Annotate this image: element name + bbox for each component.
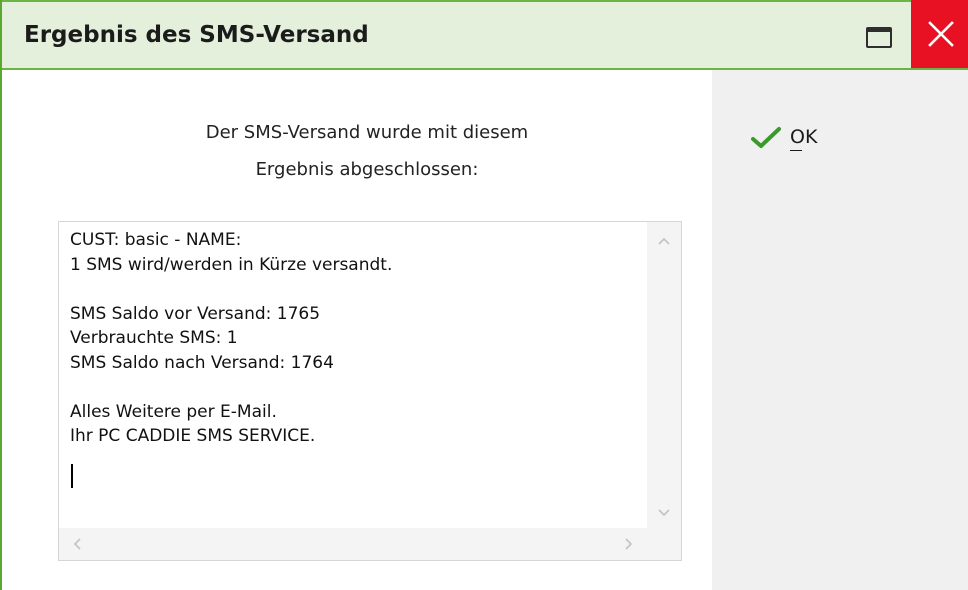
text-caret	[71, 464, 73, 488]
checkmark-icon	[751, 127, 781, 148]
ok-button[interactable]: OK	[748, 122, 838, 154]
message-line-2: Ergebnis abgeschlossen:	[255, 159, 479, 180]
sms-result-dialog: Ergebnis des SMS-Versand Der SMS-Versand…	[0, 0, 968, 590]
horizontal-scrollbar[interactable]	[59, 528, 681, 560]
maximize-icon	[866, 27, 892, 48]
result-line-6: SMS Saldo nach Versand: 1764	[70, 352, 334, 373]
scroll-right-arrow-icon[interactable]	[625, 538, 633, 554]
result-textarea[interactable]: CUST: basic - NAME: 1 SMS wird/werden in …	[58, 221, 682, 561]
close-button[interactable]	[911, 0, 968, 68]
ok-button-label: OK	[790, 126, 818, 148]
window-title: Ergebnis des SMS-Versand	[24, 22, 369, 48]
dialog-content: Der SMS-Versand wurde mit diesem Ergebni…	[2, 70, 712, 590]
result-line-1: CUST: basic - NAME:	[70, 230, 242, 250]
scroll-left-arrow-icon[interactable]	[73, 538, 81, 554]
result-text[interactable]: CUST: basic - NAME: 1 SMS wird/werden in …	[70, 228, 392, 449]
scroll-up-arrow-icon[interactable]	[658, 234, 670, 249]
result-line-7	[70, 375, 392, 400]
vertical-scrollbar[interactable]	[647, 222, 681, 528]
result-message: Der SMS-Versand wurde mit diesem Ergebni…	[2, 114, 732, 188]
result-line-5: Verbrauchte SMS: 1	[70, 328, 238, 348]
result-line-4: SMS Saldo vor Versand: 1765	[70, 303, 321, 324]
result-line-9: Ihr PC CADDIE SMS SERVICE.	[70, 426, 316, 446]
close-icon	[928, 21, 954, 47]
result-line-3	[70, 277, 392, 302]
scroll-down-arrow-icon[interactable]	[658, 506, 670, 521]
action-panel: OK	[712, 70, 968, 590]
message-line-1: Der SMS-Versand wurde mit diesem	[205, 122, 529, 143]
title-bar[interactable]: Ergebnis des SMS-Versand	[2, 0, 968, 70]
ok-mnemonic-underline	[790, 150, 802, 151]
result-line-2: 1 SMS wird/werden in Kürze versandt.	[70, 254, 393, 275]
maximize-button[interactable]	[858, 16, 902, 56]
result-line-8: Alles Weitere per E-Mail.	[70, 401, 277, 422]
